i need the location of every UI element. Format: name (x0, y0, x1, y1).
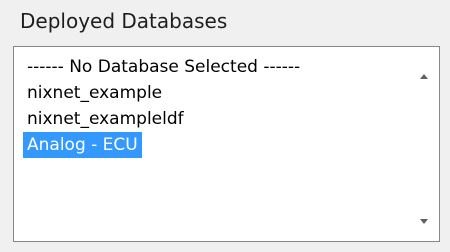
scroll-up-arrow-icon (420, 74, 428, 79)
list-item-no-database[interactable]: ------ No Database Selected ------ (23, 54, 304, 80)
scroll-down-button[interactable] (411, 209, 439, 235)
group-title: Deployed Databases (20, 9, 228, 33)
list-item-analog-ecu[interactable]: Analog - ECU (23, 132, 142, 158)
database-listbox[interactable]: ------ No Database Selected ------ nixne… (13, 46, 440, 242)
list-item-nixnet-exampleldf[interactable]: nixnet_exampleldf (23, 106, 188, 132)
scroll-up-button[interactable] (411, 65, 439, 91)
scroll-down-arrow-icon (420, 219, 428, 224)
list-item-nixnet-example[interactable]: nixnet_example (23, 80, 166, 106)
vertical-scrollbar[interactable] (411, 47, 439, 241)
database-list: ------ No Database Selected ------ nixne… (23, 54, 399, 158)
